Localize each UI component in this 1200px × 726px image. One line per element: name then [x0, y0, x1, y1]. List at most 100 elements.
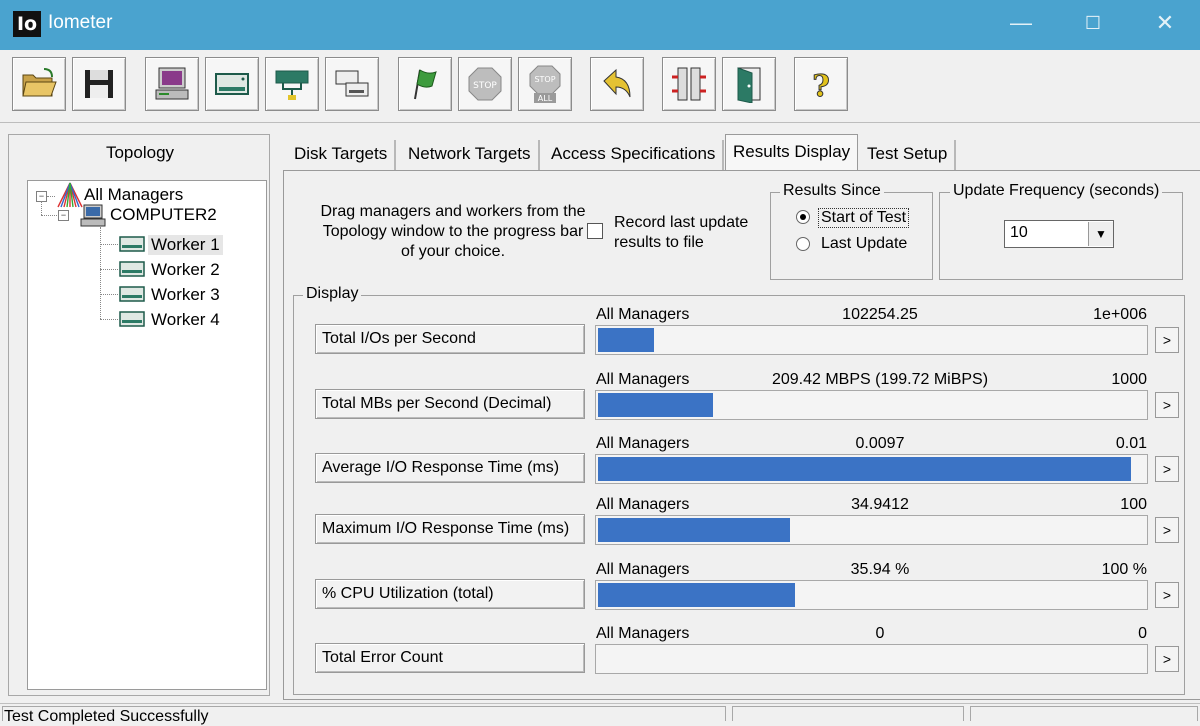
stop-all-button[interactable]: STOP ALL	[518, 57, 572, 111]
start-manager-button[interactable]	[145, 57, 199, 111]
stop-icon: STOP	[468, 67, 502, 101]
tree-node-worker[interactable]: Worker 2	[151, 260, 220, 280]
svg-text:ALL: ALL	[538, 94, 553, 103]
disconnect-manager-button[interactable]	[662, 57, 716, 111]
update-frequency-value: 10	[1010, 224, 1028, 241]
chevron-right-icon[interactable]: >	[1155, 646, 1179, 672]
record-results-checkbox[interactable]	[587, 223, 603, 239]
progress-bar-error-count[interactable]	[595, 644, 1148, 674]
results-since-label: Results Since	[780, 182, 884, 200]
radio-last-update-label[interactable]: Last Update	[821, 235, 907, 253]
progress-bar-total-ios[interactable]	[595, 325, 1148, 355]
svg-text:?: ?	[812, 69, 830, 103]
close-button[interactable]: ✕	[1142, 8, 1188, 40]
metric-button-avg-response[interactable]: Average I/O Response Time (ms)	[315, 453, 585, 483]
tab-bar: Disk Targets Network Targets Access Spec…	[283, 134, 1200, 170]
update-frequency-label: Update Frequency (seconds)	[950, 182, 1163, 200]
tab-network-targets[interactable]: Network Targets	[401, 140, 540, 170]
metric-button-error-count[interactable]: Total Error Count	[315, 643, 585, 673]
metric-button-total-ios[interactable]: Total I/Os per Second	[315, 324, 585, 354]
start-disk-worker-button[interactable]	[205, 57, 259, 111]
tab-results-display[interactable]: Results Display	[725, 134, 859, 170]
metric-button-max-response[interactable]: Maximum I/O Response Time (ms)	[315, 514, 585, 544]
metric-button-cpu-util[interactable]: % CPU Utilization (total)	[315, 579, 585, 609]
radio-start-of-test-label[interactable]: Start of Test	[818, 208, 910, 228]
disconnect-manager-icon	[672, 67, 706, 101]
row-max: 100	[1120, 496, 1147, 513]
disk-worker-icon	[119, 311, 145, 327]
progress-bar-max-response[interactable]	[595, 515, 1148, 545]
exit-button[interactable]	[722, 57, 776, 111]
record-results-label[interactable]: Record last update results to file	[614, 213, 774, 253]
start-network-worker-button[interactable]	[265, 57, 319, 111]
status-cell	[732, 706, 964, 721]
start-tests-button[interactable]	[398, 57, 452, 111]
row-target-label: All Managers	[596, 561, 690, 578]
row-max: 1e+006	[1093, 306, 1147, 323]
metric-button-total-mbs[interactable]: Total MBs per Second (Decimal)	[315, 389, 585, 419]
exit-door-icon	[737, 67, 761, 103]
chevron-right-icon[interactable]: >	[1155, 582, 1179, 608]
tree-connector	[41, 215, 57, 216]
start-manager-icon	[155, 67, 189, 100]
row-value: 35.94 %	[850, 561, 910, 578]
radio-last-update[interactable]	[796, 237, 810, 251]
topology-label: Topology	[105, 143, 175, 162]
tab-test-setup[interactable]: Test Setup	[860, 140, 957, 170]
open-folder-icon	[22, 68, 57, 97]
open-button[interactable]	[12, 57, 66, 111]
chevron-right-icon[interactable]: >	[1155, 456, 1179, 482]
progress-bar-avg-response[interactable]	[595, 454, 1148, 484]
duplicate-worker-button[interactable]	[325, 57, 379, 111]
progress-bar-fill	[598, 518, 790, 542]
chevron-down-icon[interactable]: ▼	[1088, 222, 1113, 246]
collapse-computer-icon[interactable]: −	[58, 210, 69, 221]
progress-bar-fill	[598, 393, 713, 417]
tree-node-worker[interactable]: Worker 3	[151, 285, 220, 305]
topology-pane: Topology − All Managers − COMPUTER2 Work…	[8, 134, 270, 696]
chevron-right-icon[interactable]: >	[1155, 517, 1179, 543]
disk-worker-icon	[119, 261, 145, 277]
window-title: Iometer	[48, 12, 113, 33]
row-value: 0.0097	[855, 435, 905, 452]
row-max: 100 %	[1101, 561, 1147, 578]
tree-node-worker[interactable]: Worker 4	[151, 310, 220, 330]
tree-connector	[100, 294, 118, 295]
save-disk-icon	[85, 70, 113, 98]
row-value: 209.42 MBPS (199.72 MiBPS)	[771, 371, 989, 388]
tab-disk-targets[interactable]: Disk Targets	[287, 140, 397, 170]
chevron-right-icon[interactable]: >	[1155, 392, 1179, 418]
help-button[interactable]: ?	[794, 57, 848, 111]
save-button[interactable]	[72, 57, 126, 111]
progress-bar-cpu-util[interactable]	[595, 580, 1148, 610]
progress-bar-fill	[598, 328, 654, 352]
tab-access-specifications[interactable]: Access Specifications	[544, 140, 725, 170]
help-question-icon: ?	[812, 69, 831, 104]
tree-connector	[100, 244, 118, 245]
chevron-right-icon[interactable]: >	[1155, 327, 1179, 353]
start-network-worker-icon	[275, 70, 309, 100]
stop-button[interactable]: STOP	[458, 57, 512, 111]
row-value: 102254.25	[842, 306, 918, 323]
tree-connector	[100, 319, 118, 320]
stop-all-icon: STOP ALL	[529, 65, 561, 103]
tree-connector	[47, 196, 55, 197]
row-target-label: All Managers	[596, 435, 690, 452]
reset-workers-button[interactable]	[590, 57, 644, 111]
app-logo-icon: Io	[13, 11, 41, 37]
row-max: 0	[1138, 625, 1147, 642]
tree-node-computer[interactable]: COMPUTER2	[110, 205, 217, 225]
tree-node-all-managers[interactable]: All Managers	[84, 185, 183, 205]
computer-icon	[80, 204, 106, 227]
row-max: 1000	[1111, 371, 1147, 388]
start-disk-worker-icon	[215, 73, 249, 95]
progress-bar-total-mbs[interactable]	[595, 390, 1148, 420]
minimize-button[interactable]: —	[998, 8, 1044, 40]
tree-node-worker[interactable]: Worker 1	[148, 235, 223, 255]
row-target-label: All Managers	[596, 306, 690, 323]
toolbar: STOP STOP ALL ?	[0, 50, 1200, 123]
topology-tree[interactable]: − All Managers − COMPUTER2 Worker 1 Work…	[27, 180, 267, 690]
radio-start-of-test[interactable]	[796, 210, 810, 224]
tree-connector	[41, 201, 42, 215]
maximize-button[interactable]: ☐	[1070, 8, 1116, 40]
